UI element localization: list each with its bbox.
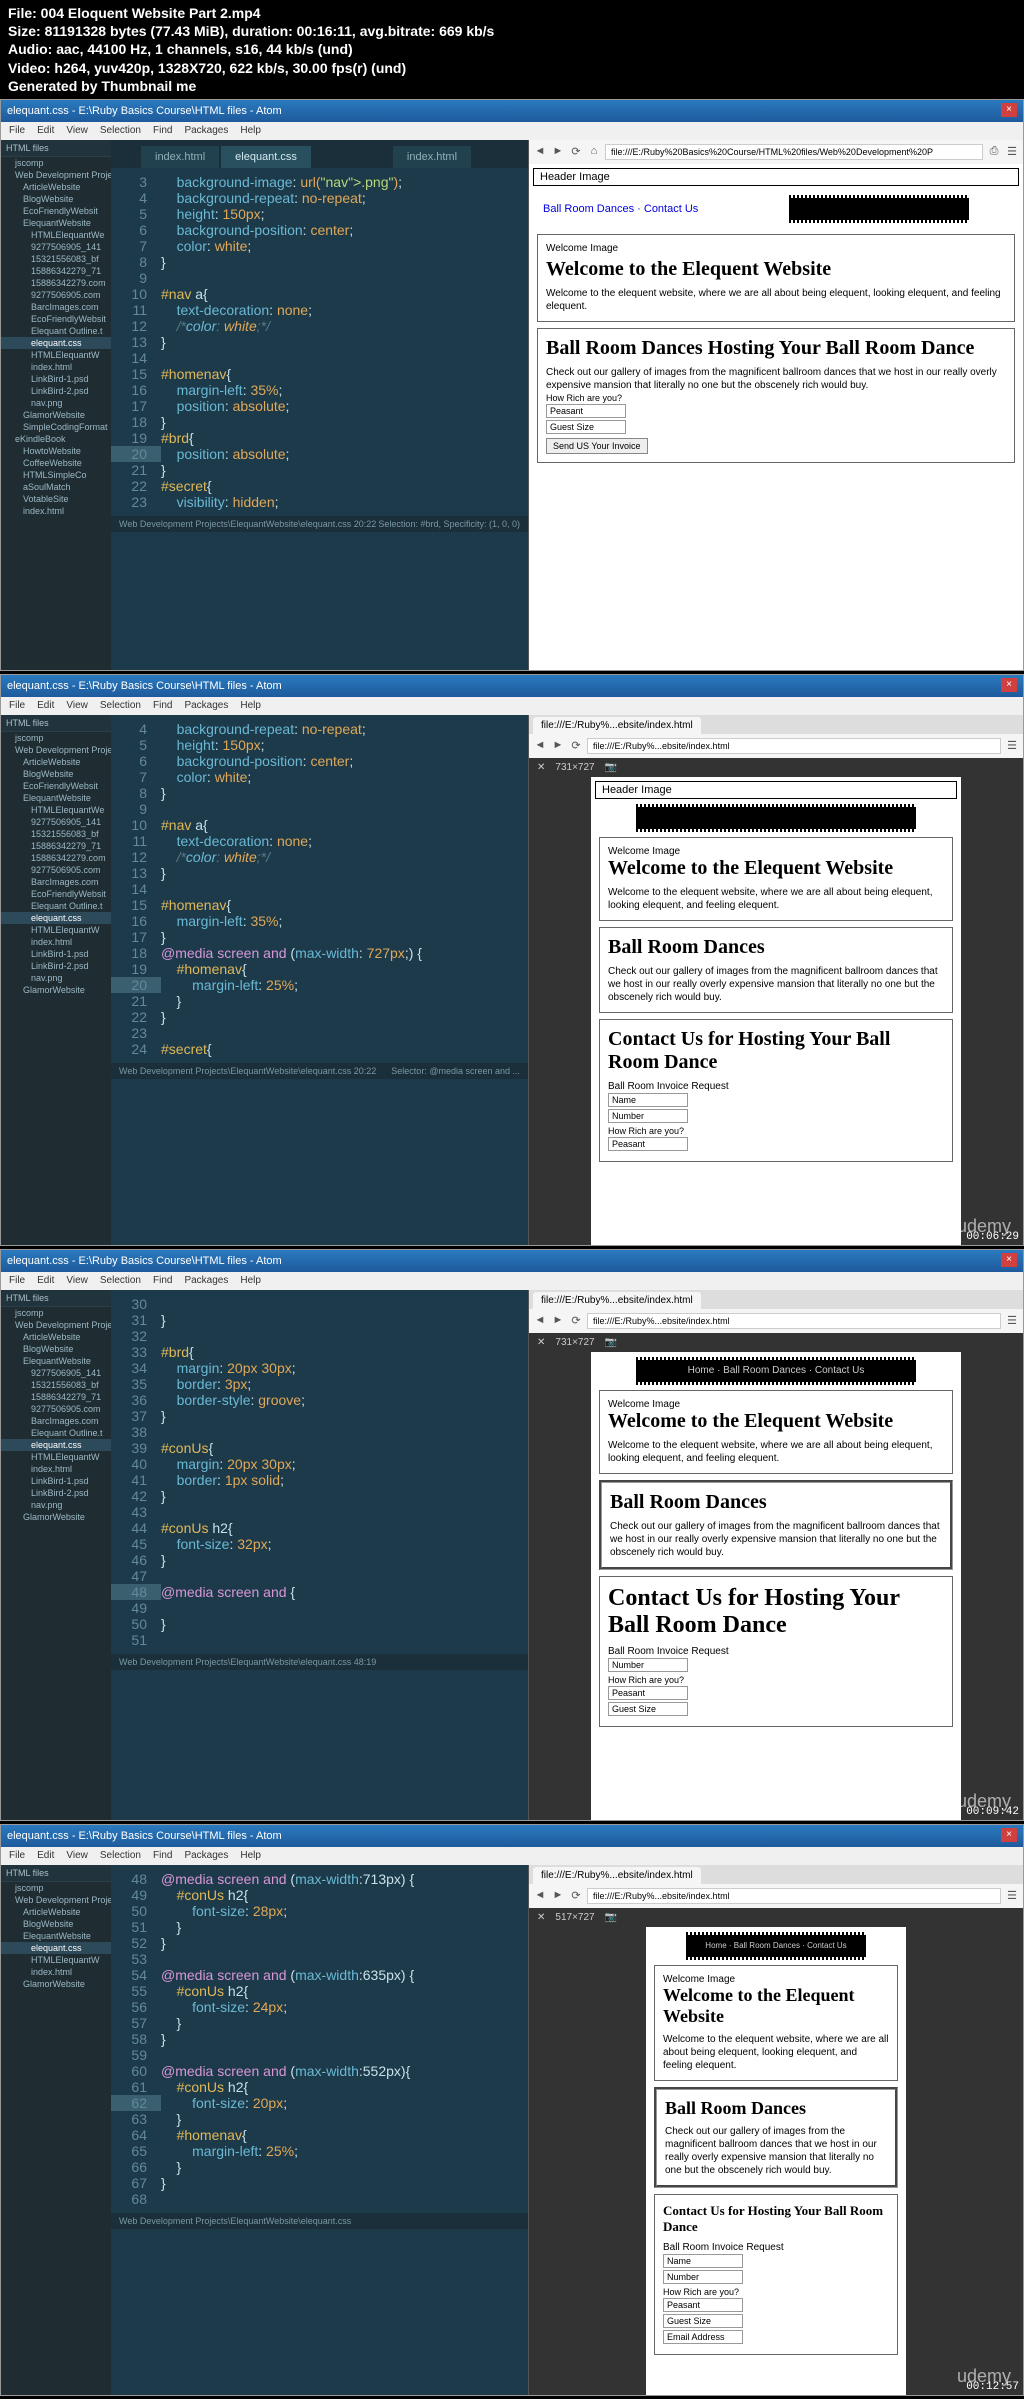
thumbnail-4: elequant.css - E:\Ruby Basics Course\HTM… [0,1824,1024,2396]
print-icon[interactable]: ⎙ [987,145,1001,159]
nav-bar[interactable]: Home · Ball Room Dances · Contact Us [636,1360,916,1382]
welcome-card: Welcome Image Welcome to the Elequent We… [537,234,1015,322]
thumbnail-1: elequant.css - E:\Ruby Basics Course\HTM… [0,99,1024,671]
guest-size-input[interactable]: Guest Size [546,420,626,434]
rich-select[interactable]: Peasant [546,404,626,418]
file-tree[interactable]: HTML files jscompWeb Development Project… [1,1865,111,2395]
browser-preview: ◄ ► ⟳ ⌂ file:///E:/Ruby%20Basics%20Cours… [528,140,1023,670]
forward-icon[interactable]: ► [551,145,565,159]
close-icon[interactable]: × [1001,1253,1017,1267]
timestamp: 00:03:15 [966,656,1019,668]
file-info: File: 004 Eloquent Website Part 2.mp4 Si… [0,0,1024,99]
close-icon[interactable]: × [1001,103,1017,117]
window-title: elequant.css - E:\Ruby Basics Course\HTM… [1,100,1023,122]
file-tree[interactable]: HTML files jscompWeb Development Project… [1,715,111,1245]
url-bar[interactable]: file:///E:/Ruby%20Basics%20Course/HTML%2… [605,144,983,160]
header-image: Header Image [533,168,1019,186]
close-icon[interactable]: × [1001,678,1017,692]
file-tree[interactable]: HTML files jscomp Web Development Projec… [1,140,111,670]
menu-icon[interactable]: ☰ [1005,145,1019,159]
screenshot-icon[interactable]: 📷 [605,762,617,773]
thumbnail-2: elequant.css - E:\Ruby Basics Course\HTM… [0,674,1024,1246]
menu-bar[interactable]: FileEditViewSelectionFindPackagesHelp [1,122,1023,140]
file-tree[interactable]: HTML files jscompWeb Development Project… [1,1290,111,1820]
status-bar: Web Development Projects\ElequantWebsite… [111,516,528,532]
home-icon[interactable]: ⌂ [587,145,601,159]
overlap-card: Ball Room Dances Hosting Your Ball Room … [537,328,1015,463]
code-editor[interactable]: 48@media screen and (max-width:713px) {4… [111,1865,528,2395]
responsive-toolbar[interactable]: ✕731×727📷 [529,758,1023,777]
forward-icon[interactable]: ► [551,739,565,753]
reload-icon[interactable]: ⟳ [569,145,583,159]
code-editor[interactable]: 3031}3233#brd{34 margin: 20px 30px;35 bo… [111,1290,528,1820]
send-invoice-button[interactable]: Send US Your Invoice [546,438,648,454]
browser-preview: file:///E:/Ruby%...ebsite/index.html ◄►⟳… [528,715,1023,1245]
close-icon[interactable]: × [1001,1828,1017,1842]
thumbnail-3: elequant.css - E:\Ruby Basics Course\HTM… [0,1249,1024,1821]
editor-tabs[interactable]: index.html elequant.css index.html [111,140,528,168]
back-icon[interactable]: ◄ [533,739,547,753]
menu-icon[interactable]: ☰ [1005,739,1019,753]
nav-bar [789,198,969,220]
nav-bar [636,807,916,829]
nav-links[interactable]: Ball Room Dances · Contact Us [537,201,704,217]
back-icon[interactable]: ◄ [533,145,547,159]
code-editor[interactable]: 4 background-repeat: no-repeat;5 height:… [111,715,528,1245]
reload-icon[interactable]: ⟳ [569,739,583,753]
code-editor[interactable]: index.html elequant.css index.html 3 bac… [111,140,528,670]
